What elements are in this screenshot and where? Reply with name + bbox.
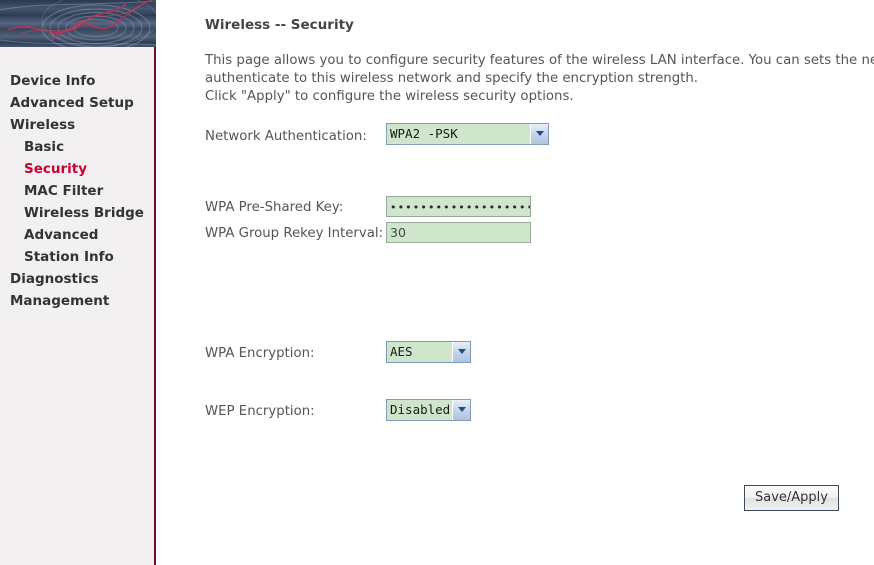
network-authentication-select[interactable]: WPA2 -PSK (386, 123, 549, 145)
page-title: Wireless -- Security (205, 17, 354, 33)
wpa-preshared-key-label: WPA Pre-Shared Key: (205, 200, 344, 215)
sidebar-item-label: Wireless (10, 117, 76, 133)
sidebar-item-label: MAC Filter (24, 183, 104, 199)
chevron-down-icon[interactable] (452, 342, 470, 362)
sidebar-item-device-info[interactable]: Device Info (0, 70, 150, 92)
sidebar-item-label: Diagnostics (10, 271, 99, 287)
page-description: This page allows you to configure securi… (205, 52, 874, 106)
nav-top-spacer (0, 47, 150, 70)
sidebar-item-mac-filter[interactable]: MAC Filter (0, 180, 150, 202)
sidebar-item-label: Wireless Bridge (24, 205, 144, 221)
sidebar-nav: Device Info Advanced Setup Wireless Basi… (0, 47, 150, 312)
sidebar-item-label: Device Info (10, 73, 96, 89)
wpa-encryption-select[interactable]: AES (386, 341, 471, 363)
sidebar-item-label: Basic (24, 139, 65, 155)
main-content: Wireless -- Security This page allows yo… (156, 0, 874, 565)
sidebar-item-label: Management (10, 293, 110, 309)
wpa-encryption-value: AES (390, 344, 413, 359)
sidebar-item-label: Security (24, 161, 88, 177)
sidebar-item-label: Station Info (24, 249, 114, 265)
wpa-group-rekey-interval-input[interactable]: 30 (386, 222, 531, 243)
chevron-down-icon[interactable] (530, 124, 548, 144)
sidebar-item-label: Advanced (24, 227, 99, 243)
banner-artwork (0, 0, 156, 47)
sidebar: Device Info Advanced Setup Wireless Basi… (0, 0, 156, 565)
sidebar-item-security[interactable]: Security (0, 158, 150, 180)
wpa-group-rekey-interval-label: WPA Group Rekey Interval: (205, 226, 384, 241)
router-admin-page: Device Info Advanced Setup Wireless Basi… (0, 0, 874, 565)
page-description-line-1: This page allows you to configure securi… (205, 53, 874, 68)
wep-encryption-value: Disabled (390, 402, 451, 417)
sidebar-item-advanced[interactable]: Advanced (0, 224, 150, 246)
chevron-down-icon[interactable] (452, 400, 470, 420)
sidebar-item-diagnostics[interactable]: Diagnostics (0, 268, 150, 290)
network-authentication-label: Network Authentication: (205, 129, 367, 144)
sidebar-item-wireless[interactable]: Wireless (0, 114, 150, 136)
network-authentication-value: WPA2 -PSK (390, 126, 458, 141)
wep-encryption-select[interactable]: Disabled (386, 399, 471, 421)
page-description-line-3: Click "Apply" to configure the wireless … (205, 89, 574, 104)
page-description-line-2: authenticate to this wireless network an… (205, 71, 698, 86)
sidebar-item-label: Advanced Setup (10, 95, 134, 111)
wep-encryption-label: WEP Encryption: (205, 404, 315, 419)
sidebar-item-advanced-setup[interactable]: Advanced Setup (0, 92, 150, 114)
sidebar-item-station-info[interactable]: Station Info (0, 246, 150, 268)
sidebar-item-wireless-bridge[interactable]: Wireless Bridge (0, 202, 150, 224)
wpa-encryption-label: WPA Encryption: (205, 346, 315, 361)
sidebar-item-management[interactable]: Management (0, 290, 150, 312)
wpa-preshared-key-input[interactable]: •••••••••••••••••••• (386, 196, 531, 217)
sidebar-item-basic[interactable]: Basic (0, 136, 150, 158)
save-apply-button[interactable]: Save/Apply (744, 485, 839, 511)
header-banner (0, 0, 156, 47)
